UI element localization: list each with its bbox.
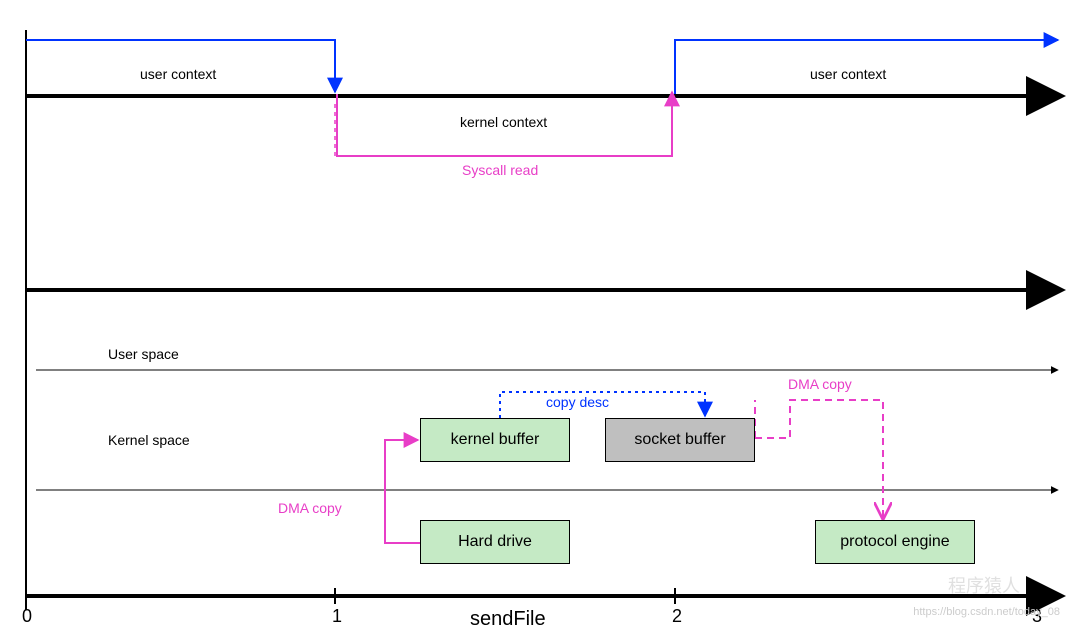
copy-desc-label: copy desc [546, 394, 609, 410]
kernel-space-label: Kernel space [108, 432, 190, 448]
socket-buffer-text: socket buffer [634, 431, 725, 449]
kernel-context-label: kernel context [460, 114, 547, 130]
user-context-right-label: user context [810, 66, 886, 82]
dma-copy-hd-to-kb [385, 440, 420, 543]
sendfile-diagram: user context user context kernel context… [0, 0, 1080, 633]
diagram-title: sendFile [470, 608, 546, 631]
marker-0: 0 [22, 606, 32, 627]
hard-drive-box: Hard drive [420, 520, 570, 564]
kernel-buffer-box: kernel buffer [420, 418, 570, 462]
marker-2: 2 [672, 606, 682, 627]
syscall-read-label: Syscall read [462, 162, 538, 178]
marker-1: 1 [332, 606, 342, 627]
hard-drive-text: Hard drive [458, 533, 532, 551]
socket-buffer-box: socket buffer [605, 418, 755, 462]
user-space-label: User space [108, 346, 179, 362]
dma-copy-right-label: DMA copy [788, 376, 852, 392]
watermark-brand: 程序猿人 [948, 572, 1020, 598]
dma-copy-sb-to-pe [755, 400, 883, 518]
dma-copy-left-label: DMA copy [278, 500, 342, 516]
protocol-engine-box: protocol engine [815, 520, 975, 564]
kernel-buffer-text: kernel buffer [451, 431, 540, 449]
watermark-url: https://blog.csdn.net/today_08 [913, 606, 1060, 618]
protocol-engine-text: protocol engine [840, 533, 949, 551]
user-context-left-label: user context [140, 66, 216, 82]
